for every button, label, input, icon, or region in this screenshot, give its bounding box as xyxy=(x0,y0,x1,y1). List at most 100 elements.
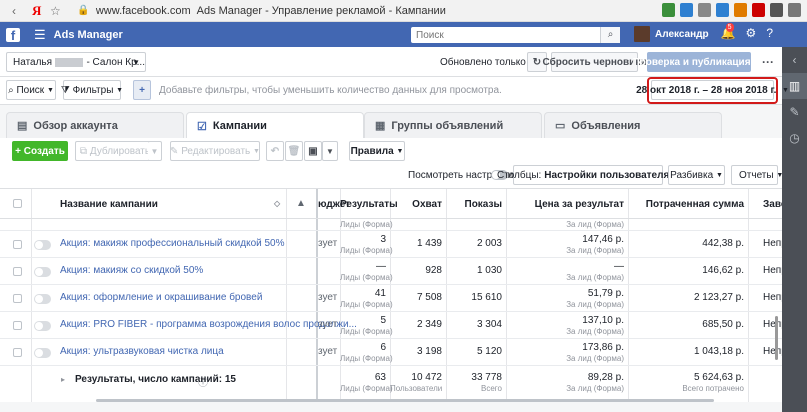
yandex-logo[interactable]: Я xyxy=(32,3,41,19)
back-icon[interactable]: ‹ xyxy=(6,4,22,18)
search-input[interactable] xyxy=(411,29,599,41)
impressions-value: 5 120 xyxy=(476,346,502,357)
account-selector[interactable]: Наталья - Салон Кр... ▼ xyxy=(6,52,146,72)
campaign-toggle[interactable] xyxy=(34,294,51,304)
extension-icon[interactable] xyxy=(680,3,693,17)
tab-ads[interactable]: ▭ Объявления xyxy=(544,112,722,138)
campaign-toggle[interactable] xyxy=(34,348,51,358)
campaign-name-link[interactable]: Акция: PRO FIBER - программа возрождения… xyxy=(60,319,357,330)
tab-ad-sets[interactable]: ▦ Группы объявлений xyxy=(364,112,542,138)
col-end[interactable]: Заве xyxy=(763,199,782,210)
collapse-icon[interactable]: ‹ xyxy=(782,47,807,73)
row-checkbox[interactable] xyxy=(13,267,22,276)
campaign-name-link[interactable]: Акция: оформление и окрашивание бровей xyxy=(60,292,262,303)
review-publish-button[interactable]: Проверка и публикация (1) xyxy=(632,52,766,72)
app-name: Ads Manager xyxy=(53,28,123,41)
date-range-picker[interactable]: 28 окт 2018 г. – 28 ноя 2018 г. ▼ xyxy=(636,80,789,100)
delete-button[interactable]: 🗑 xyxy=(285,141,303,161)
col-cost[interactable]: Цена за результат xyxy=(506,199,624,210)
col-spent[interactable]: Потраченная сумма xyxy=(628,199,744,210)
filters-label: Фильтры xyxy=(72,84,114,96)
expand-icon[interactable]: ▸ xyxy=(61,375,65,384)
cost-value: 147,46 р. xyxy=(582,234,624,245)
menu-icon[interactable] xyxy=(788,3,801,17)
extension-icon[interactable] xyxy=(662,3,675,17)
campaign-name-link[interactable]: Акция: ультразвуковая чистка лица xyxy=(60,346,224,357)
vertical-scrollbar[interactable] xyxy=(775,316,778,360)
tab-account-overview[interactable]: ▤ Обзор аккаунта xyxy=(6,112,184,138)
help-icon[interactable]: ? xyxy=(766,26,773,40)
create-button[interactable]: + Создать xyxy=(12,141,68,161)
totals-results-sub: Лиды (Форма) xyxy=(340,384,393,393)
more-options-button[interactable]: ··· xyxy=(757,52,779,72)
select-all-checkbox[interactable] xyxy=(13,199,22,208)
search-button[interactable]: ⌕ Поиск ▼ xyxy=(6,80,56,100)
extension-icon[interactable] xyxy=(770,3,783,17)
search-icon[interactable]: ⌕ xyxy=(600,27,620,43)
breakdown-button[interactable]: Разбивка ▼ xyxy=(668,165,725,185)
info-icon[interactable]: ⓘ xyxy=(198,374,208,389)
columns-button[interactable]: Столбцы:Настройки пользователя ▼ xyxy=(497,165,679,185)
campaign-toggle[interactable] xyxy=(34,240,51,250)
totals-impressions: 33 778 xyxy=(471,372,502,383)
discard-drafts-button[interactable]: Сбросить черновики xyxy=(543,52,646,72)
results-sub: Лиды (Форма) xyxy=(340,220,393,229)
row-checkbox[interactable] xyxy=(13,348,22,357)
table-row[interactable]: Акция: макияж профессиональный скидкой 5… xyxy=(0,231,782,258)
edit-button[interactable]: ✎ Редактировать ▼ xyxy=(170,141,260,161)
campaign-toggle[interactable] xyxy=(34,321,51,331)
rules-button[interactable]: Правила ▼ xyxy=(349,141,405,161)
duplicate-menu-button[interactable]: ▼ xyxy=(148,141,162,161)
end-value: Непре xyxy=(763,319,782,330)
tab-campaigns[interactable]: ☑ Кампании xyxy=(186,112,364,139)
options-bar: Посмотреть настройки Столбцы: Настройки п… xyxy=(0,163,783,188)
budget-value: зует xyxy=(318,319,338,330)
hamburger-icon[interactable]: ☰ xyxy=(34,27,46,43)
col-name[interactable]: Название кампании xyxy=(60,199,158,210)
col-reach[interactable]: Охват xyxy=(390,199,442,210)
pencil-icon[interactable]: ✎ xyxy=(782,99,807,125)
spent-value: 2 123,27 р. xyxy=(693,292,744,303)
col-impressions[interactable]: Показы xyxy=(446,199,503,210)
user-profile[interactable]: Александр xyxy=(634,26,709,42)
campaign-name-link[interactable]: Акция: макияж профессиональный скидкой 5… xyxy=(60,238,285,249)
campaign-toggle[interactable] xyxy=(34,267,51,277)
pencil-icon: ✎ xyxy=(170,145,179,157)
reports-button[interactable]: Отчеты ▼ xyxy=(731,165,783,185)
header-icons: 🔔 5 ⚙ ? xyxy=(721,23,773,40)
notifications-icon[interactable]: 🔔 5 xyxy=(721,23,736,40)
extension-icon[interactable] xyxy=(716,3,729,17)
sort-icon[interactable]: ◇ xyxy=(274,199,280,208)
bookmark-icon[interactable]: ☆ xyxy=(47,4,63,18)
add-filter-button[interactable]: + xyxy=(133,80,151,100)
table-row[interactable]: Акция: PRO FIBER - программа возрождения… xyxy=(0,312,782,339)
clock-icon[interactable]: ◷ xyxy=(782,125,807,151)
preview-button[interactable]: ▣ xyxy=(304,141,322,161)
totals-row: ▸ Результаты, число кампаний: 15 ⓘ 63 Ли… xyxy=(0,368,782,402)
extension-icon[interactable] xyxy=(734,3,747,17)
table-header: Название кампании ◇ ▲ юджет Результаты О… xyxy=(0,189,782,219)
duplicate-button[interactable]: ⧉ Дублировать xyxy=(75,141,155,161)
filter-bar: ⌕ Поиск ▼ ⧩ Фильтры ▼ + Добавьте фильтры… xyxy=(0,77,789,105)
table-row[interactable]: Акция: оформление и окрашивание бровей зу… xyxy=(0,285,782,312)
filters-button[interactable]: ⧩ Фильтры ▼ xyxy=(61,80,123,100)
totals-spent: 5 624,63 р. xyxy=(693,372,744,383)
table-row[interactable]: Акция: ультразвуковая чистка лица зует 6 Ли… xyxy=(0,339,782,366)
totals-label: Результаты, число кампаний: 15 xyxy=(75,374,236,385)
campaign-name-link[interactable]: Акция: макияж со скидкой 50% xyxy=(60,265,203,276)
chevron-down-icon: ▼ xyxy=(396,147,404,155)
preview-menu-button[interactable]: ▼ xyxy=(322,141,338,161)
col-results[interactable]: Результаты xyxy=(340,199,398,210)
lock-icon: 🔒 xyxy=(77,5,90,16)
undo-button[interactable]: ↶ xyxy=(266,141,284,161)
row-checkbox[interactable] xyxy=(13,240,22,249)
row-checkbox[interactable] xyxy=(13,321,22,330)
address-bar[interactable]: 🔒 www.facebook.com Ads Manager - Управле… xyxy=(77,5,445,17)
table-row[interactable]: Акция: макияж со скидкой 50% — Лиды (Форма… xyxy=(0,258,782,285)
chevron-down-icon: ▼ xyxy=(776,171,784,179)
settings-icon[interactable]: ⚙ xyxy=(746,26,757,40)
extension-icon[interactable] xyxy=(752,3,765,17)
extension-icon[interactable] xyxy=(698,3,711,17)
facebook-logo-icon[interactable]: f xyxy=(6,27,20,43)
row-checkbox[interactable] xyxy=(13,294,22,303)
